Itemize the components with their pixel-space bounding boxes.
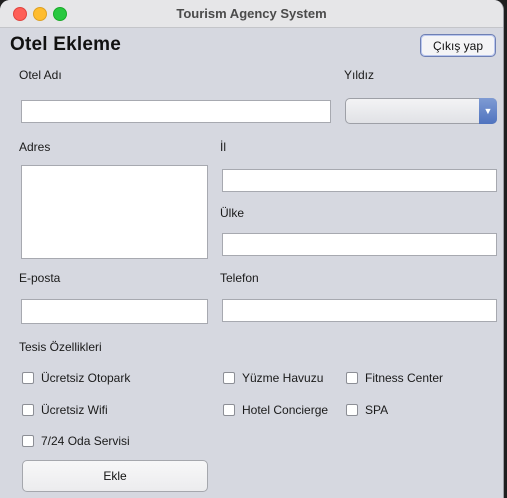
room-service-label[interactable]: 7/24 Oda Servisi [41, 434, 130, 448]
checkbox-free-wifi[interactable] [22, 404, 34, 416]
logout-button[interactable]: Çıkış yap [420, 34, 496, 57]
stars-label: Yıldız [344, 68, 375, 82]
address-label: Adres [19, 140, 51, 154]
spa-label[interactable]: SPA [365, 403, 388, 417]
checkbox-spa[interactable] [346, 404, 358, 416]
email-label: E-posta [19, 271, 61, 285]
city-label: İl [220, 140, 226, 154]
stars-select[interactable]: ▼ [345, 98, 497, 124]
city-input[interactable] [222, 169, 497, 192]
title-bar: Tourism Agency System [0, 0, 503, 28]
checkbox-pool[interactable] [223, 372, 235, 384]
pool-label[interactable]: Yüzme Havuzu [242, 371, 323, 385]
checkbox-fitness[interactable] [346, 372, 358, 384]
chevron-down-icon[interactable]: ▼ [479, 98, 497, 124]
window-title: Tourism Agency System [176, 6, 327, 21]
country-input[interactable] [222, 233, 497, 256]
address-textarea[interactable] [21, 165, 208, 259]
free-parking-label[interactable]: Ücretsiz Otopark [41, 371, 130, 385]
email-input[interactable] [21, 299, 208, 324]
hotel-name-label: Otel Adı [19, 68, 62, 82]
checkbox-concierge[interactable] [223, 404, 235, 416]
checkbox-free-parking[interactable] [22, 372, 34, 384]
hotel-name-input[interactable] [21, 100, 331, 123]
fitness-label[interactable]: Fitness Center [365, 371, 443, 385]
phone-input[interactable] [222, 299, 497, 322]
features-label: Tesis Özellikleri [19, 340, 102, 354]
free-wifi-label[interactable]: Ücretsiz Wifi [41, 403, 108, 417]
concierge-label[interactable]: Hotel Concierge [242, 403, 328, 417]
checkbox-room-service[interactable] [22, 435, 34, 447]
add-button[interactable]: Ekle [22, 460, 208, 492]
phone-label: Telefon [220, 271, 259, 285]
country-label: Ülke [220, 206, 245, 220]
app-window: Tourism Agency System Otel Ekleme Çıkış … [0, 0, 504, 498]
page-title: Otel Ekleme [10, 34, 121, 55]
